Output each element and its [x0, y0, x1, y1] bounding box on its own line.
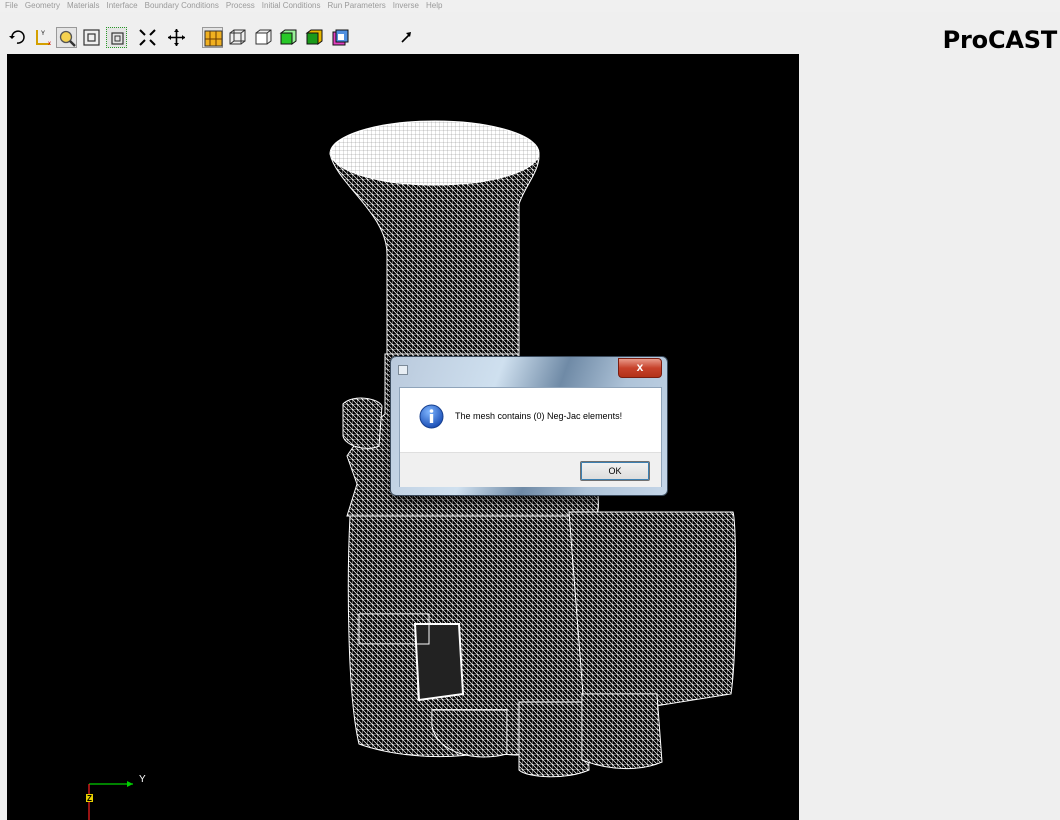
- svg-text:x: x: [48, 41, 51, 47]
- menu-materials[interactable]: Materials: [62, 0, 101, 12]
- arrow-icon[interactable]: [396, 27, 417, 48]
- dialog-close-button[interactable]: x: [618, 358, 662, 378]
- axes-icon[interactable]: Yx: [32, 27, 53, 48]
- dialog-body: The mesh contains (0) Neg-Jac elements! …: [399, 387, 662, 487]
- dialog-app-icon: [398, 365, 408, 375]
- menu-file[interactable]: File: [0, 0, 20, 12]
- dialog-footer: OK: [400, 452, 661, 487]
- menu-initial-conditions[interactable]: Initial Conditions: [257, 0, 323, 12]
- axis-z-label: Z: [87, 794, 92, 803]
- message-dialog: x The mesh contains (0) Neg-Jac elements…: [390, 356, 668, 496]
- menu-interface[interactable]: Interface: [101, 0, 139, 12]
- menu-boundary-conditions[interactable]: Boundary Conditions: [140, 0, 221, 12]
- wireframe-icon[interactable]: [227, 27, 248, 48]
- pan-icon[interactable]: [166, 27, 187, 48]
- yellow-mesh-icon[interactable]: [202, 27, 223, 48]
- menu-process[interactable]: Process: [221, 0, 257, 12]
- ok-button[interactable]: OK: [580, 461, 650, 481]
- side-panel: [799, 54, 1060, 820]
- green-shaded-icon[interactable]: [304, 27, 325, 48]
- green-surface-icon[interactable]: [278, 27, 299, 48]
- menu-bar: File Geometry Materials Interface Boundary C…: [0, 0, 1060, 12]
- menu-run-parameters[interactable]: Run Parameters: [323, 0, 388, 12]
- toolbar: Yx ProCAST: [0, 12, 1060, 54]
- dialog-message-row: The mesh contains (0) Neg-Jac elements!: [400, 388, 661, 452]
- color-cube-icon[interactable]: [330, 27, 351, 48]
- menu-geometry[interactable]: Geometry: [20, 0, 62, 12]
- axis-triad: Y Z: [77, 774, 167, 820]
- menu-inverse[interactable]: Inverse: [388, 0, 421, 12]
- zoom-fit-box-icon[interactable]: [106, 27, 127, 48]
- zoom-icon[interactable]: [56, 27, 77, 48]
- rotate-icon[interactable]: [7, 27, 28, 48]
- hidden-line-icon[interactable]: [253, 27, 274, 48]
- fit-view-icon[interactable]: [137, 27, 158, 48]
- zoom-box-icon[interactable]: [81, 27, 102, 48]
- svg-text:Y: Y: [41, 31, 45, 37]
- dialog-message: The mesh contains (0) Neg-Jac elements!: [455, 411, 623, 421]
- brand-logo: ProCAST: [942, 26, 1058, 54]
- menu-help[interactable]: Help: [421, 0, 444, 12]
- info-icon: [419, 404, 444, 429]
- axis-y-label: Y: [139, 774, 146, 785]
